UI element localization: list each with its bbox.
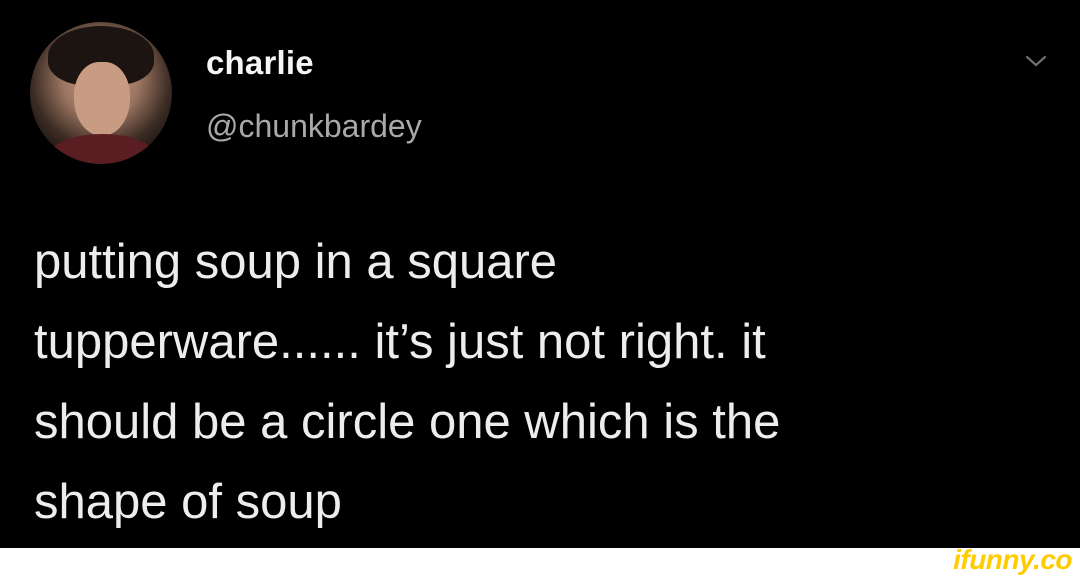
author-handle[interactable]: @chunkbardey bbox=[206, 108, 422, 145]
watermark-logo: ifunny.co bbox=[953, 544, 1072, 575]
tweet-text: putting soup in a square tupperware.....… bbox=[34, 235, 781, 529]
author-display-name[interactable]: charlie bbox=[206, 44, 314, 82]
avatar-shirt bbox=[46, 134, 158, 164]
avatar[interactable] bbox=[30, 22, 172, 164]
chevron-down-icon[interactable] bbox=[1024, 52, 1048, 70]
footer-bar: ifunny.co bbox=[0, 544, 1080, 579]
tweet-card: charlie @chunkbardey putting soup in a s… bbox=[0, 0, 1080, 548]
avatar-face bbox=[74, 62, 130, 136]
